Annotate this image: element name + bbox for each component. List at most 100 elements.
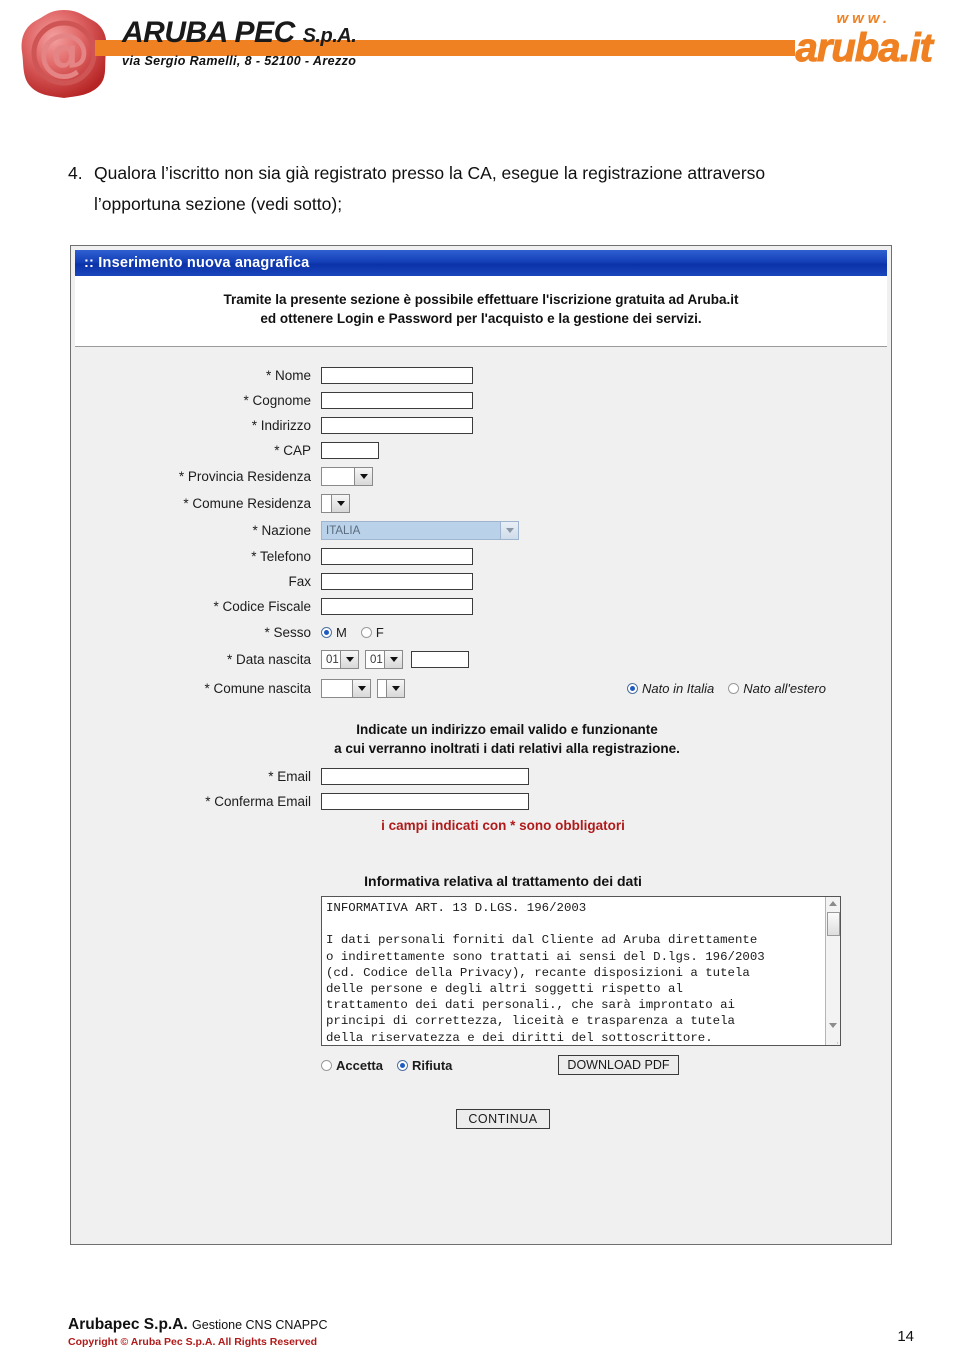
required-fields-note: i campi indicati con * sono obbligatori xyxy=(381,818,625,833)
comune-residenza-value xyxy=(322,495,331,512)
chevron-down-icon xyxy=(352,680,370,697)
chevron-down-icon xyxy=(386,680,404,697)
cognome-input[interactable] xyxy=(321,392,473,409)
page-header: @ ARUBA PEC S.p.A. via Sergio Ramelli, 8… xyxy=(0,0,960,110)
continua-button[interactable]: CONTINUA xyxy=(456,1109,550,1129)
data-nascita-day-value: 01 xyxy=(326,653,339,666)
data-nascita-day-select[interactable]: 01 xyxy=(321,650,359,669)
conferma-email-input[interactable] xyxy=(321,793,529,810)
data-nascita-year-input[interactable] xyxy=(411,651,469,668)
radio-unselected-icon xyxy=(728,683,740,694)
informativa-text: INFORMATIVA ART. 13 D.LGS. 196/2003 I da… xyxy=(326,901,765,1045)
informativa-textarea[interactable]: INFORMATIVA ART. 13 D.LGS. 196/2003 I da… xyxy=(321,896,841,1046)
panel-intro-line-1: Tramite la presente sezione è possibile … xyxy=(223,292,739,307)
brand-name: ARUBA PEC S.p.A. xyxy=(122,16,357,53)
label-conferma-email: * Conferma Email xyxy=(205,794,311,809)
panel-title: :: Inserimento nuova anagrafica xyxy=(75,250,887,276)
label-comune-residenza: * Comune Residenza xyxy=(183,496,311,511)
rifiuta-radio[interactable]: Rifiuta xyxy=(396,1057,453,1073)
footer-copyright: Copyright © Aruba Pec S.p.A. All Rights … xyxy=(68,1336,318,1348)
nato-radio-group: Nato in Italia Nato all'estero xyxy=(627,681,840,696)
panel-body: * Nome * Cognome * Indirizzo * CAP * Pro… xyxy=(71,347,891,1129)
comune-nascita-comune-select[interactable] xyxy=(377,679,405,698)
label-nazione: * Nazione xyxy=(252,523,311,538)
field-row-indirizzo: * Indirizzo xyxy=(71,417,891,434)
aruba-domain-text: aruba.it xyxy=(795,26,933,71)
svg-text:@: @ xyxy=(38,23,90,83)
telefono-input[interactable] xyxy=(321,548,473,565)
download-pdf-button[interactable]: DOWNLOAD PDF xyxy=(558,1055,679,1075)
nato-all-estero-radio[interactable]: Nato all'estero xyxy=(728,681,826,696)
email-notice-line-1: Indicate un indirizzo email valido e fun… xyxy=(356,722,658,737)
brand-name-text: ARUBA PEC xyxy=(122,16,295,49)
field-row-telefono: * Telefono xyxy=(71,548,891,565)
radio-selected-icon xyxy=(396,1059,408,1071)
nato-in-italia-radio[interactable]: Nato in Italia xyxy=(627,681,714,696)
email-notice: Indicate un indirizzo email valido e fun… xyxy=(71,720,891,758)
nazione-value: ITALIA xyxy=(326,524,361,537)
resize-grip-icon[interactable] xyxy=(830,1036,838,1044)
informativa-textarea-wrap: INFORMATIVA ART. 13 D.LGS. 196/2003 I da… xyxy=(321,896,841,1046)
field-row-conferma-email: * Conferma Email xyxy=(71,793,891,810)
footer-service: Gestione CNS CNAPPC xyxy=(192,1318,328,1332)
field-row-nazione: * Nazione ITALIA xyxy=(71,521,891,540)
field-row-codice-fiscale: * Codice Fiscale xyxy=(71,598,891,615)
page-number: 14 xyxy=(897,1328,914,1345)
informativa-title: Informativa relativa al trattamento dei … xyxy=(364,873,642,889)
data-nascita-month-select[interactable]: 01 xyxy=(365,650,403,669)
paragraph-line-2: l’opportuna sezione (vedi sotto); xyxy=(94,194,343,214)
radio-unselected-icon xyxy=(321,1059,332,1071)
nome-input[interactable] xyxy=(321,367,473,384)
label-data-nascita: * Data nascita xyxy=(226,652,311,667)
accetta-radio[interactable]: Accetta xyxy=(321,1058,383,1073)
consent-row: Accetta Rifiuta DOWNLOAD PDF xyxy=(321,1055,891,1075)
nazione-select[interactable]: ITALIA xyxy=(321,521,519,540)
comune-nascita-provincia-value xyxy=(322,680,352,697)
sesso-radio-f[interactable]: F xyxy=(360,625,384,640)
informativa-scrollbar[interactable] xyxy=(825,897,840,1045)
panel-intro-line-2: ed ottenere Login e Password per l'acqui… xyxy=(260,311,702,326)
field-row-cognome: * Cognome xyxy=(71,392,891,409)
comune-nascita-provincia-select[interactable] xyxy=(321,679,371,698)
chevron-down-icon xyxy=(354,468,372,485)
cap-input[interactable] xyxy=(321,442,379,459)
radio-selected-icon xyxy=(627,683,638,694)
nato-in-italia-label: Nato in Italia xyxy=(642,681,715,696)
brand-address: via Sergio Ramelli, 8 - 52100 - Arezzo xyxy=(122,54,357,68)
nato-all-estero-label: Nato all'estero xyxy=(743,681,826,696)
rifiuta-label: Rifiuta xyxy=(411,1057,453,1073)
field-row-fax: Fax xyxy=(71,573,891,590)
provincia-residenza-select[interactable] xyxy=(321,467,373,486)
label-telefono: * Telefono xyxy=(251,549,311,564)
registration-form-panel: :: Inserimento nuova anagrafica Tramite … xyxy=(70,245,892,1245)
field-row-nome: * Nome xyxy=(71,367,891,384)
list-number: 4. xyxy=(68,163,83,183)
field-row-data-nascita: * Data nascita 01 01 xyxy=(71,650,891,669)
label-fax: Fax xyxy=(288,574,311,589)
panel-intro: Tramite la presente sezione è possibile … xyxy=(75,276,887,347)
email-notice-line-2: a cui verranno inoltrati i dati relativi… xyxy=(334,741,680,756)
sesso-m-label: M xyxy=(336,625,347,640)
label-nome: * Nome xyxy=(265,368,311,383)
field-row-cap: * CAP xyxy=(71,442,891,459)
fax-input[interactable] xyxy=(321,573,473,590)
sesso-radio-m[interactable]: M xyxy=(321,625,347,640)
brand-block: ARUBA PEC S.p.A. via Sergio Ramelli, 8 -… xyxy=(122,16,357,68)
radio-unselected-icon xyxy=(360,627,372,638)
radio-selected-icon xyxy=(321,627,332,638)
indirizzo-input[interactable] xyxy=(321,417,473,434)
footer-company: Arubapec S.p.A. xyxy=(68,1316,188,1333)
provincia-residenza-value xyxy=(322,468,354,485)
field-row-sesso: * Sesso M F xyxy=(71,625,891,640)
comune-residenza-select[interactable] xyxy=(321,494,350,513)
chevron-down-icon xyxy=(340,651,358,668)
chevron-down-icon xyxy=(500,522,518,539)
codice-fiscale-input[interactable] xyxy=(321,598,473,615)
scrollbar-thumb[interactable] xyxy=(827,912,840,936)
page-footer: Arubapec S.p.A. Gestione CNS CNAPPC Copy… xyxy=(68,1316,914,1348)
email-input[interactable] xyxy=(321,768,529,785)
label-provincia-residenza: * Provincia Residenza xyxy=(178,469,311,484)
scroll-up-icon[interactable] xyxy=(826,897,840,910)
field-row-provincia-residenza: * Provincia Residenza xyxy=(71,467,891,486)
label-indirizzo: * Indirizzo xyxy=(251,418,311,433)
